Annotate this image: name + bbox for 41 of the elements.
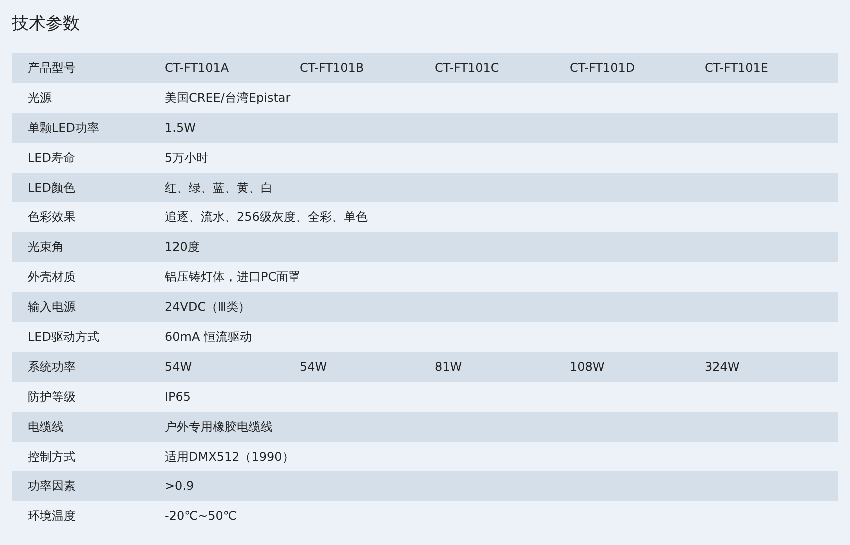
table-cell-text: >0.9 [165, 478, 194, 496]
table-cell: 54W [300, 360, 328, 374]
row-label: 防护等级 [27, 388, 77, 406]
row-label: 单颗LED功率 [27, 120, 101, 137]
table-cell-text: 追逐、流水、256级灰度、全彩、单色 [165, 209, 368, 226]
table-cell: CT-FT101B [300, 60, 364, 75]
table-cell-text: 户外专用橡胶电缆线 [165, 418, 273, 436]
row-label: 光源 [27, 90, 53, 107]
table-cell: 54W [165, 360, 192, 374]
table-cell-text: 60mA 恒流驱动 [165, 328, 252, 346]
table-cell-text: 美国CREE/台湾Epistar [165, 90, 291, 107]
table-cell: 324W [705, 360, 740, 374]
row-label: 产品型号 [27, 60, 77, 77]
row-label: LED寿命 [27, 150, 77, 167]
table-cell: CT-FT101A [165, 60, 230, 75]
table-cell: CT-FT101C [435, 60, 500, 75]
row-label: 输入电源 [27, 299, 77, 316]
row-label: 色彩效果 [27, 209, 77, 226]
table-cell-text: 120度 [165, 239, 200, 256]
row-label: LED颜色 [27, 180, 77, 196]
table-cell-text: 红、绿、蓝、黄、白 [165, 180, 273, 196]
table-cell-text: 1.5W [165, 120, 196, 137]
row-label: 环境温度 [27, 508, 77, 526]
table-cell-text: IP65 [165, 388, 192, 406]
section-title: 技术参数 [12, 13, 80, 36]
table-cell-text: 24VDC（Ⅲ类） [165, 299, 250, 316]
table-cell: 108W [570, 360, 605, 374]
table-cell-text: 5万小时 [165, 150, 209, 167]
row-label: 控制方式 [27, 448, 77, 466]
table-cell: CT-FT101E [705, 60, 768, 75]
row-label: 外壳材质 [27, 269, 77, 286]
table-cell: CT-FT101D [570, 60, 636, 75]
table-cell-text: 适用DMX512（1990） [165, 448, 294, 466]
row-label: 光束角 [27, 239, 65, 256]
row-label: 功率因素 [27, 478, 77, 496]
table-cell: 81W [435, 360, 462, 374]
table-cell-text: -20℃~50℃ [165, 508, 237, 526]
row-label: 电缆线 [27, 418, 65, 436]
row-label: LED驱动方式 [27, 328, 101, 346]
row-label: 系统功率 [27, 358, 77, 376]
table-cell-text: 铝压铸灯体，进口PC面罩 [165, 269, 301, 286]
